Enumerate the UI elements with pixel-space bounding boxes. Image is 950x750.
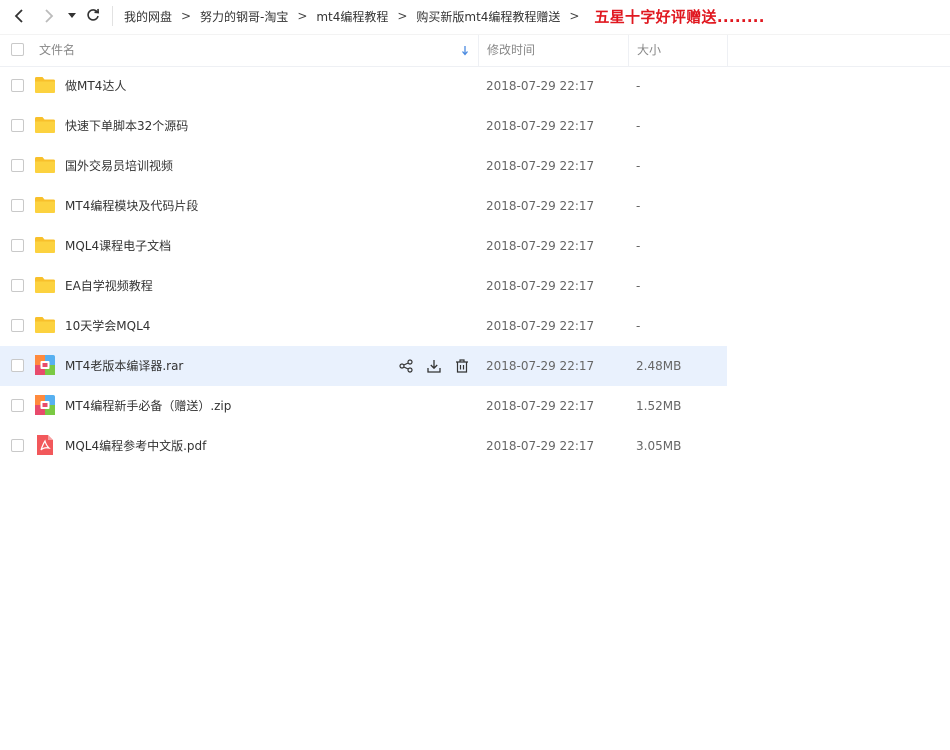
table-row[interactable]: MT4编程模块及代码片段 2018-07-29 22:17 - bbox=[0, 186, 727, 226]
breadcrumb-item-current[interactable]: 购买新版mt4编程教程赠送 bbox=[416, 8, 560, 25]
breadcrumb-item-course[interactable]: mt4编程教程 bbox=[316, 8, 388, 25]
file-modified-time: 2018-07-29 22:17 bbox=[486, 79, 595, 93]
file-size: - bbox=[636, 239, 641, 253]
file-name[interactable]: 国外交易员培训视频 bbox=[65, 146, 173, 186]
file-name[interactable]: EA自学视频教程 bbox=[65, 266, 153, 306]
row-checkbox[interactable] bbox=[11, 439, 24, 452]
row-checkbox[interactable] bbox=[11, 279, 24, 292]
folder-icon bbox=[34, 275, 56, 295]
file-size: 2.48MB bbox=[636, 359, 682, 373]
breadcrumb: 我的网盘 > 努力的钢哥-淘宝 > mt4编程教程 > 购买新版mt4编程教程赠… bbox=[124, 0, 765, 32]
promo-text: 五星十字好评赠送........ bbox=[594, 7, 765, 26]
toolbar-divider bbox=[112, 6, 113, 26]
delete-icon bbox=[455, 359, 469, 373]
row-checkbox[interactable] bbox=[11, 239, 24, 252]
download-button[interactable] bbox=[424, 357, 443, 375]
file-size: 3.05MB bbox=[636, 439, 682, 453]
row-checkbox[interactable] bbox=[11, 199, 24, 212]
file-size: - bbox=[636, 199, 641, 213]
file-name[interactable]: 10天学会MQL4 bbox=[65, 306, 150, 346]
sort-arrow-down-icon[interactable] bbox=[461, 35, 471, 66]
archive-icon bbox=[34, 355, 56, 375]
row-checkbox[interactable] bbox=[11, 399, 24, 412]
breadcrumb-separator: > bbox=[569, 9, 580, 23]
column-header-size[interactable]: 大小 bbox=[628, 35, 728, 66]
file-modified-time: 2018-07-29 22:17 bbox=[486, 119, 595, 133]
file-name[interactable]: MT4编程新手必备（赠送）.zip bbox=[65, 386, 231, 426]
file-modified-time: 2018-07-29 22:17 bbox=[486, 279, 595, 293]
file-modified-time: 2018-07-29 22:17 bbox=[486, 399, 595, 413]
row-checkbox[interactable] bbox=[11, 159, 24, 172]
archive-icon bbox=[34, 395, 56, 415]
breadcrumb-separator: > bbox=[180, 9, 192, 23]
file-name[interactable]: MT4编程模块及代码片段 bbox=[65, 186, 198, 226]
file-list: 做MT4达人 2018-07-29 22:17 - 快速下单脚本32个源码 2018-0… bbox=[0, 66, 950, 466]
file-modified-time: 2018-07-29 22:17 bbox=[486, 159, 595, 173]
file-size: - bbox=[636, 119, 641, 133]
pdf-icon bbox=[34, 435, 56, 455]
share-icon bbox=[398, 359, 413, 373]
file-modified-time: 2018-07-29 22:17 bbox=[486, 359, 595, 373]
breadcrumb-separator: > bbox=[297, 9, 308, 23]
file-modified-time: 2018-07-29 22:17 bbox=[486, 199, 595, 213]
file-name[interactable]: MT4老版本编译器.rar bbox=[65, 346, 183, 386]
folder-icon bbox=[34, 75, 56, 95]
column-header-modified[interactable]: 修改时间 bbox=[478, 35, 628, 66]
chevron-left-icon bbox=[14, 9, 23, 23]
delete-button[interactable] bbox=[452, 357, 471, 375]
folder-icon bbox=[34, 315, 56, 335]
back-button[interactable] bbox=[10, 7, 28, 25]
forward-button[interactable] bbox=[40, 7, 58, 25]
folder-icon bbox=[34, 155, 56, 175]
file-name[interactable]: 快速下单脚本32个源码 bbox=[65, 106, 188, 146]
file-name[interactable]: MQL4编程参考中文版.pdf bbox=[65, 426, 206, 466]
file-size: - bbox=[636, 79, 641, 93]
file-modified-time: 2018-07-29 22:17 bbox=[486, 239, 595, 253]
breadcrumb-separator: > bbox=[397, 9, 408, 23]
row-checkbox[interactable] bbox=[11, 319, 24, 332]
history-dropdown-button[interactable] bbox=[66, 7, 78, 25]
file-name[interactable]: MQL4课程电子文档 bbox=[65, 226, 171, 266]
share-button[interactable] bbox=[396, 357, 415, 375]
table-row[interactable]: 快速下单脚本32个源码 2018-07-29 22:17 - bbox=[0, 106, 727, 146]
download-icon bbox=[426, 359, 441, 373]
row-checkbox[interactable] bbox=[11, 119, 24, 132]
file-name[interactable]: 做MT4达人 bbox=[65, 66, 126, 106]
row-checkbox[interactable] bbox=[11, 359, 24, 372]
file-table-header: 文件名 修改时间 大小 bbox=[0, 34, 950, 67]
file-size: - bbox=[636, 319, 641, 333]
row-checkbox[interactable] bbox=[11, 79, 24, 92]
chevron-right-icon bbox=[45, 9, 54, 23]
table-row[interactable]: MQL4编程参考中文版.pdf 2018-07-29 22:17 3.05MB bbox=[0, 426, 727, 466]
table-row[interactable]: EA自学视频教程 2018-07-29 22:17 - bbox=[0, 266, 727, 306]
file-size: - bbox=[636, 279, 641, 293]
top-navigation-bar: 我的网盘 > 努力的钢哥-淘宝 > mt4编程教程 > 购买新版mt4编程教程赠… bbox=[0, 0, 950, 34]
column-header-name[interactable]: 文件名 bbox=[39, 35, 75, 66]
file-size: - bbox=[636, 159, 641, 173]
breadcrumb-item-shop[interactable]: 努力的钢哥-淘宝 bbox=[200, 8, 288, 25]
folder-icon bbox=[34, 235, 56, 255]
file-modified-time: 2018-07-29 22:17 bbox=[486, 319, 595, 333]
folder-icon bbox=[34, 195, 56, 215]
breadcrumb-item-root[interactable]: 我的网盘 bbox=[124, 8, 172, 25]
caret-down-icon bbox=[68, 13, 76, 18]
file-size: 1.52MB bbox=[636, 399, 682, 413]
row-actions bbox=[396, 357, 471, 375]
file-modified-time: 2018-07-29 22:17 bbox=[486, 439, 595, 453]
table-row[interactable]: MT4老版本编译器.rar 2018-07-29 22:17 2.48MB bbox=[0, 346, 727, 386]
select-all-checkbox[interactable] bbox=[11, 43, 24, 56]
refresh-button[interactable] bbox=[84, 6, 102, 24]
table-row[interactable]: 做MT4达人 2018-07-29 22:17 - bbox=[0, 66, 727, 106]
folder-icon bbox=[34, 115, 56, 135]
table-row[interactable]: MT4编程新手必备（赠送）.zip 2018-07-29 22:17 1.52MB bbox=[0, 386, 727, 426]
refresh-icon bbox=[87, 8, 100, 21]
table-row[interactable]: MQL4课程电子文档 2018-07-29 22:17 - bbox=[0, 226, 727, 266]
table-row[interactable]: 国外交易员培训视频 2018-07-29 22:17 - bbox=[0, 146, 727, 186]
table-row[interactable]: 10天学会MQL4 2018-07-29 22:17 - bbox=[0, 306, 727, 346]
